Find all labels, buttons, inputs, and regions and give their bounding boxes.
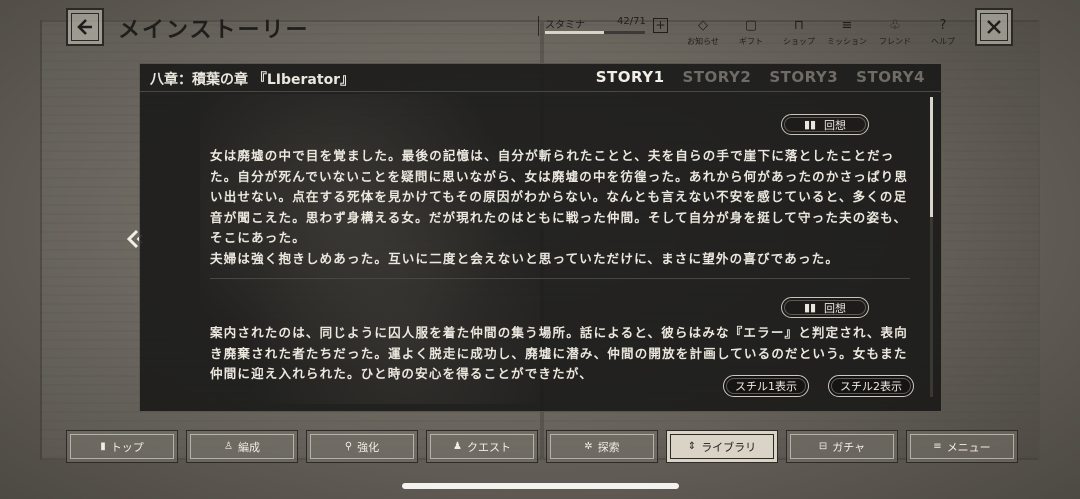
- recall-label: 回想: [824, 118, 847, 132]
- recall-button[interactable]: ▮▮ 回想: [781, 114, 869, 135]
- bottom-nav-label: トップ: [110, 440, 144, 454]
- stamina-value: 42/71: [617, 16, 646, 27]
- bottom-nav: ▮ トップ ♙ 編成 ⚲ 強化 ♟ クエスト ✲ 探索 ⇕ ライブラリ ⊟ ガチ…: [66, 430, 1018, 463]
- bottom-nav-label: 編成: [237, 440, 260, 454]
- page-title: メインストーリー: [118, 18, 310, 43]
- bottom-nav-menu[interactable]: ≡ メニュー: [906, 430, 1018, 463]
- stamina-bar-fill: [545, 31, 604, 34]
- top-nav-label: フレンド: [879, 37, 911, 46]
- top-nav-label: ミッション: [827, 37, 867, 46]
- stamina-gauge: スタミナ 42/71 +: [538, 16, 670, 36]
- bottom-nav-label: クエスト: [466, 440, 511, 454]
- bottom-nav-quest[interactable]: ♟ クエスト: [426, 430, 538, 463]
- bottom-nav-label: ライブラリ: [701, 440, 757, 454]
- bottom-nav-gacha[interactable]: ⊟ ガチャ: [786, 430, 898, 463]
- mission-icon: ≡: [841, 18, 853, 33]
- show-still-2-button[interactable]: スチル2表示: [828, 375, 914, 397]
- top-nav-friend[interactable]: ♧ フレンド: [871, 18, 919, 47]
- close-button[interactable]: [975, 8, 1013, 46]
- home-indicator[interactable]: [402, 483, 679, 489]
- tab-story1[interactable]: STORY1: [596, 68, 665, 86]
- show-still-1-button[interactable]: スチル1表示: [723, 375, 809, 397]
- recall-label: 回想: [824, 301, 847, 315]
- arrow-left-icon: [77, 19, 92, 35]
- menu-icon: ≡: [933, 441, 942, 452]
- tab-story2[interactable]: STORY2: [683, 68, 752, 86]
- news-icon: ◇: [698, 18, 708, 33]
- bottom-nav-top[interactable]: ▮ トップ: [66, 430, 178, 463]
- bottom-nav-explore[interactable]: ✲ 探索: [546, 430, 658, 463]
- top-nav-label: ヘルプ: [931, 37, 955, 46]
- top-nav-label: ショップ: [783, 37, 815, 46]
- top-nav-help[interactable]: ? ヘルプ: [919, 18, 967, 47]
- explore-icon: ✲: [584, 441, 593, 452]
- formation-icon: ♙: [224, 441, 233, 452]
- tab-story4[interactable]: STORY4: [856, 68, 925, 86]
- bottom-nav-enhance[interactable]: ⚲ 強化: [306, 430, 418, 463]
- top-nav-label: お知らせ: [687, 37, 719, 46]
- help-icon: ?: [939, 18, 947, 33]
- still-2-label: スチル2表示: [840, 380, 902, 393]
- back-button[interactable]: [66, 8, 104, 46]
- top-nav-mission[interactable]: ≡ ミッション: [823, 18, 871, 47]
- bottom-nav-label: ガチャ: [832, 440, 866, 454]
- stamina-plus-button[interactable]: +: [653, 18, 668, 33]
- bottom-nav-label: メニュー: [946, 440, 991, 454]
- bottom-nav-library[interactable]: ⇕ ライブラリ: [666, 430, 778, 463]
- story-tabs: STORY1 STORY2 STORY3 STORY4: [596, 68, 925, 86]
- chapter-title: 八章：積葉の章 『LIberator』: [150, 72, 355, 88]
- close-icon: [987, 20, 1001, 34]
- gacha-icon: ⊟: [818, 441, 828, 452]
- book-icon: ▮▮: [803, 301, 817, 314]
- top-nav-gift[interactable]: ▢ ギフト: [727, 18, 775, 47]
- still-1-label: スチル1表示: [735, 380, 797, 393]
- stamina-label: スタミナ: [545, 20, 585, 31]
- top-nav-shop[interactable]: ⊓ ショップ: [775, 18, 823, 47]
- recall-button[interactable]: ▮▮ 回想: [781, 297, 869, 318]
- top-icon: ▮: [100, 441, 106, 452]
- story-passage-1: 女は廃墟の中で目を覚ました。最後の記憶は、自分が斬られたことと、夫を自らの手で崖…: [210, 148, 909, 266]
- scrollbar-thumb[interactable]: [930, 97, 933, 217]
- story-scrollbar[interactable]: [930, 97, 933, 397]
- bottom-nav-label: 強化: [357, 440, 380, 454]
- library-icon: ⇕: [687, 441, 697, 452]
- top-nav-label: ギフト: [739, 37, 763, 46]
- book-icon: ▮▮: [803, 118, 817, 131]
- passage-divider: [210, 278, 910, 279]
- bottom-nav-formation[interactable]: ♙ 編成: [186, 430, 298, 463]
- stamina-bar: [545, 31, 645, 34]
- friend-icon: ♧: [889, 18, 901, 33]
- shop-icon: ⊓: [793, 18, 805, 33]
- enhance-icon: ⚲: [344, 441, 353, 452]
- gift-icon: ▢: [744, 18, 758, 33]
- story-panel: 八章：積葉の章 『LIberator』 STORY1 STORY2 STORY3…: [139, 63, 943, 412]
- quest-icon: ♟: [453, 441, 462, 452]
- top-nav-news[interactable]: ◇ お知らせ: [679, 18, 727, 47]
- bottom-nav-label: 探索: [597, 440, 620, 454]
- chapter-header: 八章：積葉の章 『LIberator』 STORY1 STORY2 STORY3…: [140, 64, 943, 92]
- top-nav: ◇ お知らせ ▢ ギフト ⊓ ショップ ≡ ミッション ♧ フレンド ? ヘルプ: [679, 18, 967, 47]
- tab-story3[interactable]: STORY3: [769, 68, 838, 86]
